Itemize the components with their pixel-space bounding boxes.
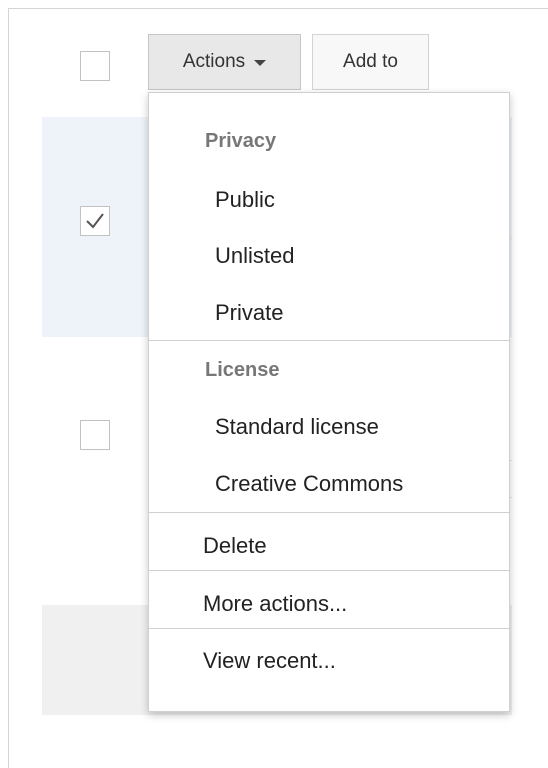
actions-button[interactable]: Actions (148, 34, 301, 90)
license-heading: License (205, 359, 280, 381)
actions-button-label: Actions (182, 51, 246, 72)
caret-down-icon (254, 60, 267, 66)
actions-dropdown-menu: Privacy Public Unlisted Private License … (148, 92, 510, 712)
menu-separator (149, 570, 509, 571)
menu-item-unlisted[interactable]: Unlisted (215, 243, 294, 269)
checkmark-icon (86, 213, 104, 229)
add-to-button-label: Add to (343, 51, 398, 72)
menu-item-creative-commons[interactable]: Creative Commons (215, 471, 403, 497)
select-all-checkbox[interactable] (80, 51, 110, 81)
menu-item-view-recent[interactable]: View recent... (203, 648, 336, 674)
menu-item-private[interactable]: Private (215, 300, 283, 326)
privacy-heading: Privacy (205, 130, 277, 152)
row-checkbox[interactable] (80, 420, 110, 450)
row-checkbox[interactable] (80, 206, 110, 236)
menu-separator (149, 628, 509, 629)
menu-item-delete[interactable]: Delete (203, 533, 267, 559)
menu-item-more-actions[interactable]: More actions... (203, 591, 347, 617)
menu-item-public[interactable]: Public (215, 187, 275, 213)
menu-separator (149, 340, 509, 341)
menu-separator (149, 512, 509, 513)
menu-item-standard-license[interactable]: Standard license (215, 414, 379, 440)
add-to-button[interactable]: Add to (312, 34, 429, 90)
